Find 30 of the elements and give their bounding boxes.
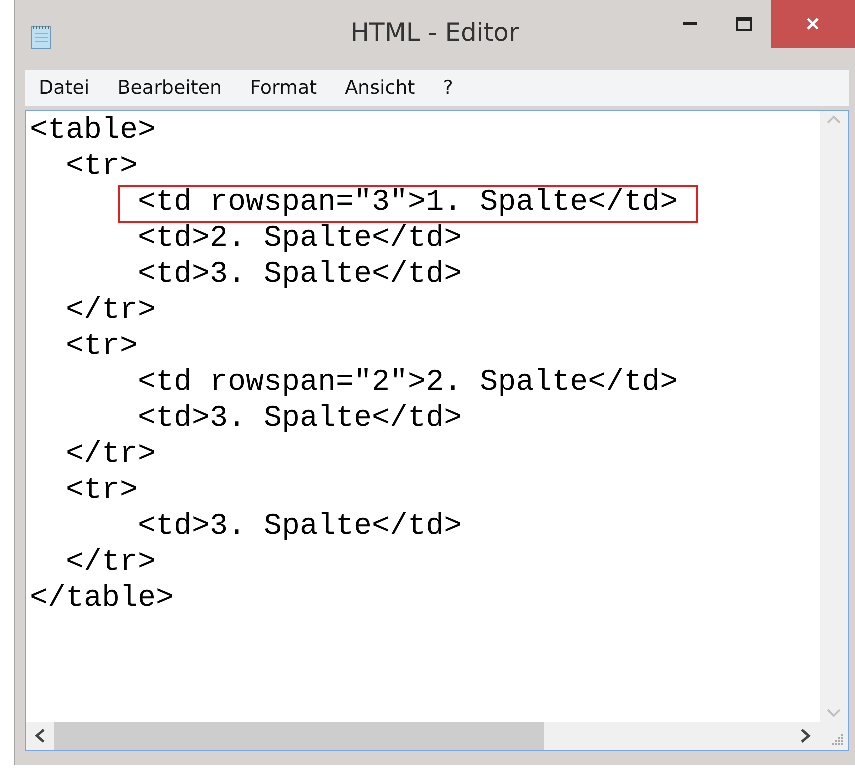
code-line: <tr> <box>65 473 140 509</box>
code-line: </table> <box>30 581 176 617</box>
code-line: <tr> <box>65 149 140 185</box>
code-line: <td>3. Spalte</td> <box>137 509 464 545</box>
code-line: <td>3. Spalte</td> <box>137 257 464 293</box>
resize-grip-icon[interactable] <box>830 732 844 746</box>
code-line: </tr> <box>65 293 158 329</box>
scroll-up-icon[interactable] <box>827 115 841 124</box>
code-line: <table> <box>30 113 158 149</box>
code-line: <td>2. Spalte</td> <box>137 221 464 257</box>
menu-item[interactable]: Bearbeiten <box>118 77 236 99</box>
minimize-icon <box>683 22 697 26</box>
scrollbar-thumb[interactable] <box>54 722 544 750</box>
highlighted-code-line: <td rowspan="3">1. Spalte</td> <box>30 185 698 221</box>
notepad-icon <box>31 24 53 50</box>
scroll-down-icon[interactable] <box>827 709 841 718</box>
menu-item[interactable]: ? <box>443 77 468 99</box>
close-icon <box>806 17 820 31</box>
menu-item[interactable]: Format <box>250 77 332 99</box>
code-line: </tr> <box>65 437 158 473</box>
menu-item[interactable]: Ansicht <box>345 77 430 99</box>
maximize-icon <box>736 17 752 31</box>
code-line: <tr> <box>65 329 140 365</box>
code-line: <td rowspan="2">2. Spalte</td> <box>137 365 680 401</box>
code-line: <td>3. Spalte</td> <box>137 401 464 437</box>
menu-item[interactable]: Datei <box>39 77 104 99</box>
vertical-scrollbar[interactable] <box>820 111 848 722</box>
code-line: </tr> <box>65 545 158 581</box>
window-title: HTML - Editor <box>350 18 520 47</box>
horizontal-scrollbar[interactable] <box>26 722 820 750</box>
